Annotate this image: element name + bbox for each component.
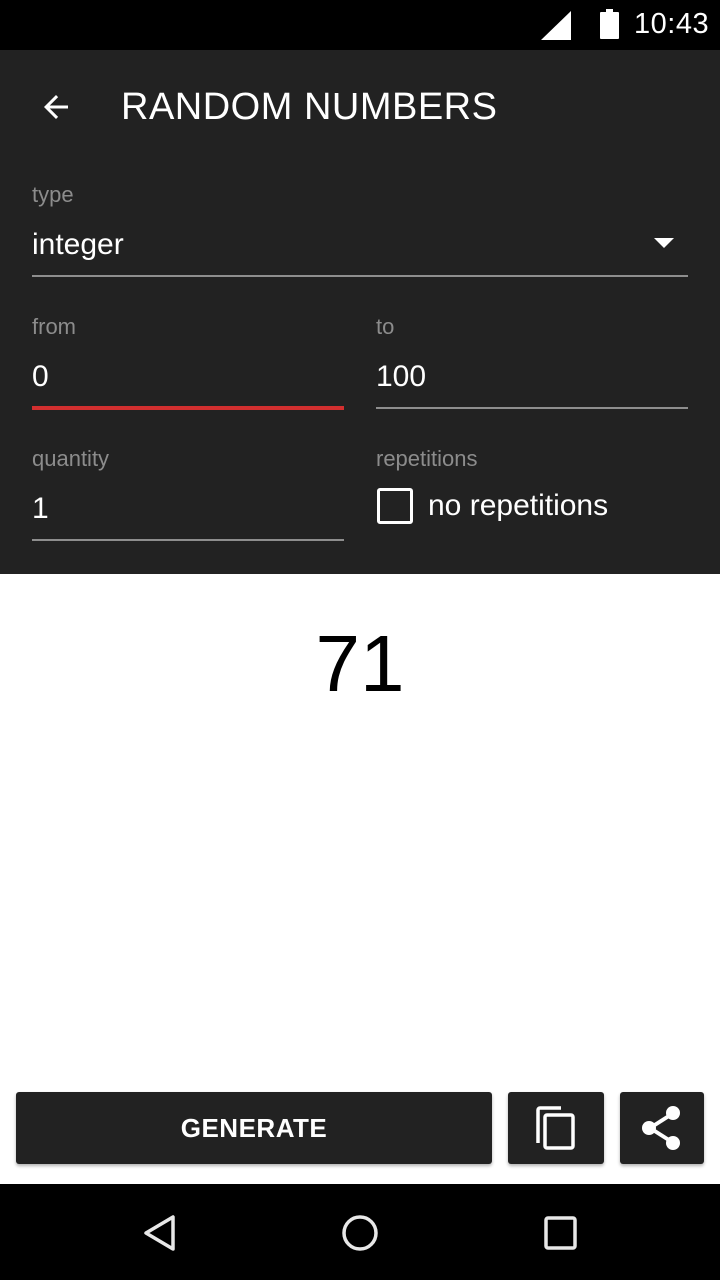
result-number: 71 [315,619,405,708]
type-select[interactable]: type integer [32,180,688,280]
nav-back-icon [144,1215,175,1251]
from-field[interactable]: from 0 [32,312,344,412]
no-repetitions-checkbox[interactable] [377,488,413,524]
repetitions-field: repetitions no repetitions [376,444,688,544]
nav-home-button[interactable] [335,1208,385,1258]
generate-button[interactable]: GENERATE [16,1092,492,1164]
no-repetitions-checkbox-row[interactable]: no repetitions [376,488,608,524]
from-underline [32,406,344,410]
repetitions-label: repetitions [376,446,478,471]
status-bar: 10:43 [0,0,720,50]
nav-back-button[interactable] [135,1208,185,1258]
type-value: integer [32,228,124,261]
dropdown-arrow-icon [654,238,674,248]
type-label: type [32,182,74,207]
to-underline [376,407,688,409]
share-button[interactable] [620,1092,704,1164]
quantity-input[interactable]: 1 [32,492,49,526]
status-time: 10:43 [634,8,710,40]
quantity-field[interactable]: quantity 1 [32,444,344,544]
page-title: RANDOM NUMBERS [121,86,498,128]
system-nav-bar [0,1184,720,1280]
nav-recents-icon [544,1216,577,1250]
nav-home-icon [342,1215,378,1251]
battery-icon [600,9,619,39]
no-repetitions-label: no repetitions [428,489,609,522]
signal-icon [541,11,571,40]
to-input[interactable]: 100 [376,360,426,394]
arrow-back-icon [44,95,68,119]
settings-panel: RANDOM NUMBERS type integer from 0 to 10… [0,50,720,574]
to-field[interactable]: to 100 [376,312,688,412]
copy-button[interactable] [508,1092,604,1164]
quantity-underline [32,539,344,541]
from-input[interactable]: 0 [32,360,49,394]
copy-icon [536,1106,575,1150]
share-icon [642,1106,680,1150]
type-underline [32,275,688,277]
back-button[interactable] [28,82,84,132]
nav-recents-button[interactable] [535,1208,585,1258]
quantity-label: quantity [32,446,110,471]
from-label: from [32,314,76,339]
to-label: to [376,314,395,339]
